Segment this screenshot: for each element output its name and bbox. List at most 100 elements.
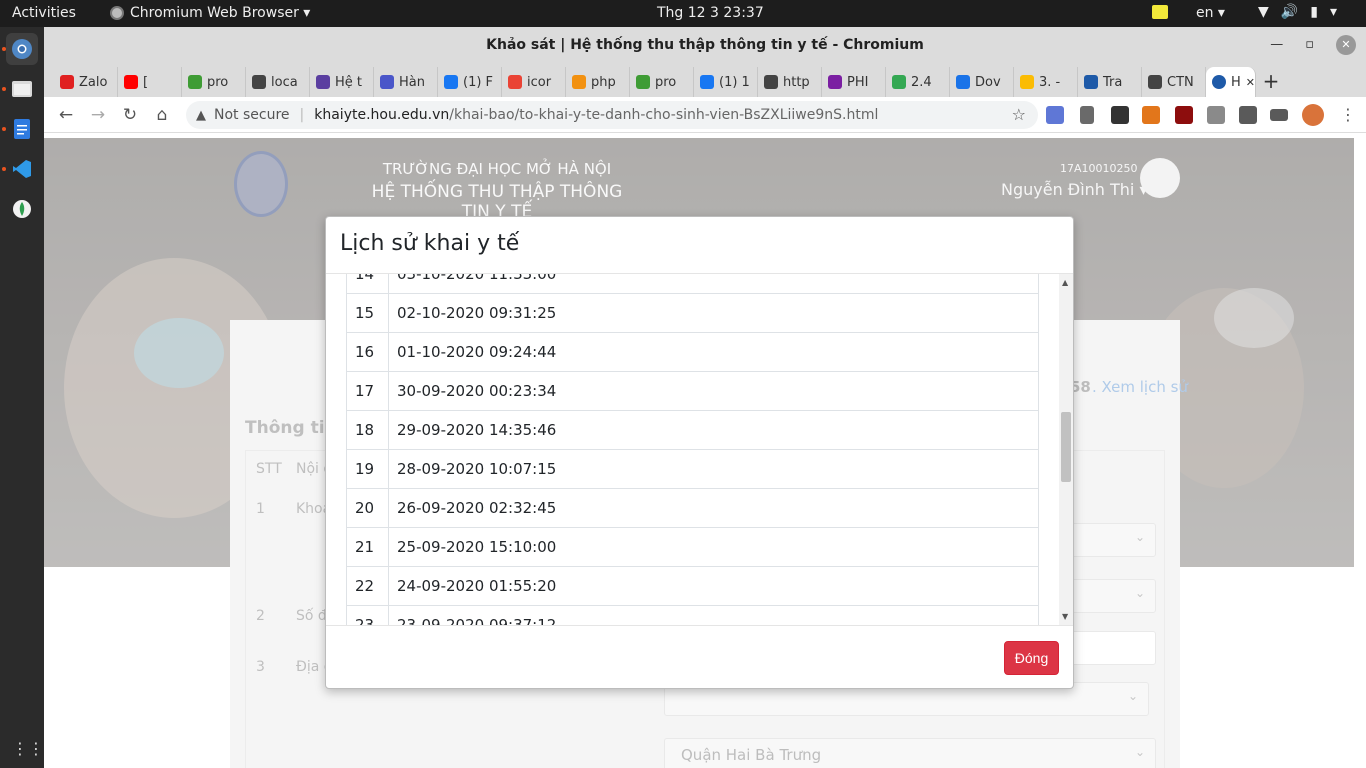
table-row: 19 28-09-2020 10:07:15 — [346, 449, 1039, 489]
tab-list: Zalo [ pro loca Hệ t Hàn (1) F icor php pro (1) 1 h… — [54, 67, 1206, 97]
scrollbar-thumb[interactable] — [1061, 412, 1071, 482]
url-host: khaiyte.hou.edu.vn — [314, 107, 450, 123]
close-button[interactable]: Đóng — [1004, 641, 1059, 675]
browser-tab[interactable]: Hệ t — [310, 67, 374, 97]
row-index: 18 — [346, 410, 389, 450]
browser-tab[interactable]: loca — [246, 67, 310, 97]
tab-label: pro — [655, 74, 677, 90]
tab-label: [ — [143, 74, 149, 90]
table-row: 20 26-09-2020 02:32:45 — [346, 488, 1039, 528]
row-index: 19 — [346, 449, 389, 489]
new-tab-button[interactable]: + — [1256, 67, 1286, 97]
wappalyzer-extension-icon[interactable] — [1111, 106, 1129, 124]
history-modal: Lịch sử khai y tế 14 03-10-2020 11:33:00 1… — [325, 216, 1074, 689]
row-index: 15 — [346, 293, 389, 333]
row-timestamp: 23-09-2020 09:37:12 — [388, 605, 1039, 625]
browser-tab[interactable]: (1) F — [438, 67, 502, 97]
menu-kebab-icon[interactable]: ⋮ — [1340, 105, 1356, 124]
tab-label: pro — [207, 74, 229, 90]
history-table: 14 03-10-2020 11:33:00 15 02-10-2020 09:31:… — [346, 274, 1039, 625]
mongodb-dock-icon[interactable] — [6, 193, 38, 225]
vscode-dock-icon[interactable] — [6, 153, 38, 185]
profile-avatar[interactable] — [1302, 104, 1324, 126]
minimize-icon[interactable]: — — [1270, 27, 1283, 63]
translate-extension-icon[interactable] — [1046, 106, 1064, 124]
favicon-icon — [572, 75, 586, 89]
table-row: 16 01-10-2020 09:24:44 — [346, 332, 1039, 372]
app-menu[interactable]: Chromium Web Browser ▾ — [110, 5, 310, 21]
row-timestamp: 28-09-2020 10:07:15 — [388, 449, 1039, 489]
home-icon[interactable]: ⌂ — [146, 105, 178, 125]
scroll-up-arrow-icon[interactable]: ▲ — [1062, 278, 1068, 287]
tab-label: 3. - — [1039, 74, 1061, 90]
tab-label: 2.4 — [911, 74, 932, 90]
activities-button[interactable]: Activities — [12, 5, 76, 21]
reload-icon[interactable]: ↻ — [114, 105, 146, 125]
browser-tab[interactable]: Tra — [1078, 67, 1142, 97]
notes-indicator-icon[interactable] — [1152, 5, 1168, 19]
row-timestamp: 03-10-2020 11:33:00 — [388, 274, 1039, 294]
row-timestamp: 30-09-2020 00:23:34 — [388, 371, 1039, 411]
window-controls: — ▫ ✕ — [1270, 27, 1356, 63]
clock[interactable]: Thg 12 3 23:37 — [657, 5, 764, 21]
browser-tab[interactable]: icor — [502, 67, 566, 97]
tab-label: Dov — [975, 74, 1001, 90]
color-picker-extension-icon[interactable] — [1080, 106, 1094, 124]
table-row: 23 23-09-2020 09:37:12 — [346, 605, 1039, 625]
chromium-dock-icon[interactable] — [6, 33, 38, 65]
reading-list-icon[interactable] — [1270, 109, 1288, 121]
modal-scrollbar[interactable]: ▲ ▼ — [1059, 274, 1073, 625]
app-name: Chromium Web Browser ▾ — [130, 5, 311, 21]
browser-tab[interactable]: [ — [118, 67, 182, 97]
show-apps-icon[interactable]: ⋮⋮ — [12, 739, 44, 759]
docs-dock-icon[interactable] — [6, 113, 38, 145]
browser-tab[interactable]: http — [758, 67, 822, 97]
browser-tab[interactable]: CTN — [1142, 67, 1206, 97]
table-row: 17 30-09-2020 00:23:34 — [346, 371, 1039, 411]
browser-tab[interactable]: 3. - — [1014, 67, 1078, 97]
forward-arrow-icon[interactable]: → — [82, 105, 114, 125]
row-timestamp: 24-09-2020 01:55:20 — [388, 566, 1039, 606]
metamask-extension-icon[interactable] — [1142, 106, 1160, 124]
modal-footer: Đóng — [326, 625, 1073, 689]
files-dock-icon[interactable] — [6, 73, 38, 105]
address-bar[interactable]: ▲ Not secure | khaiyte.hou.edu.vn /khai-… — [186, 101, 1038, 129]
browser-tab[interactable]: PHI — [822, 67, 886, 97]
browser-tab[interactable]: 2.4 — [886, 67, 950, 97]
favicon-icon — [700, 75, 714, 89]
browser-tab[interactable]: (1) 1 — [694, 67, 758, 97]
warning-icon[interactable]: ▲ — [196, 108, 206, 123]
table-row: 18 29-09-2020 14:35:46 — [346, 410, 1039, 450]
ublock-extension-icon[interactable] — [1175, 106, 1193, 124]
tab-close-icon[interactable]: ✕ — [1246, 76, 1255, 89]
tab-label: Hàn — [399, 74, 425, 90]
close-window-icon[interactable]: ✕ — [1336, 35, 1356, 55]
bookmark-star-icon[interactable]: ☆ — [1012, 105, 1026, 124]
screenshot-extension-icon[interactable] — [1207, 106, 1225, 124]
row-index: 21 — [346, 527, 389, 567]
maximize-icon[interactable]: ▫ — [1305, 27, 1314, 63]
dock: ⋮⋮ — [0, 27, 44, 768]
back-arrow-icon[interactable]: ← — [50, 105, 82, 125]
extensions-puzzle-icon[interactable] — [1239, 106, 1257, 124]
favicon-icon — [892, 75, 906, 89]
browser-tab[interactable]: Hàn — [374, 67, 438, 97]
chevron-down-icon: ▾ — [1329, 4, 1337, 20]
browser-tab[interactable]: pro — [630, 67, 694, 97]
page-content: TRƯỜNG ĐẠI HỌC MỞ HÀ NỘI HỆ THỐNG THU TH… — [44, 138, 1354, 768]
row-timestamp: 29-09-2020 14:35:46 — [388, 410, 1039, 450]
active-tab[interactable]: H ✕ — [1206, 67, 1256, 97]
browser-tab[interactable]: php — [566, 67, 630, 97]
favicon-icon — [1084, 75, 1098, 89]
window-titlebar: Khảo sát | Hệ thống thu thập thông tin y… — [44, 27, 1366, 63]
system-menu[interactable]: ▼ 🔊 ▮ ▾ — [1258, 4, 1337, 20]
favicon-icon — [316, 75, 330, 89]
divider: | — [299, 107, 305, 123]
security-label[interactable]: Not secure — [214, 107, 290, 123]
input-language[interactable]: en ▾ — [1196, 5, 1225, 21]
favicon-icon — [124, 75, 138, 89]
browser-tab[interactable]: pro — [182, 67, 246, 97]
scroll-down-arrow-icon[interactable]: ▼ — [1062, 612, 1068, 621]
browser-tab[interactable]: Zalo — [54, 67, 118, 97]
browser-tab[interactable]: Dov — [950, 67, 1014, 97]
